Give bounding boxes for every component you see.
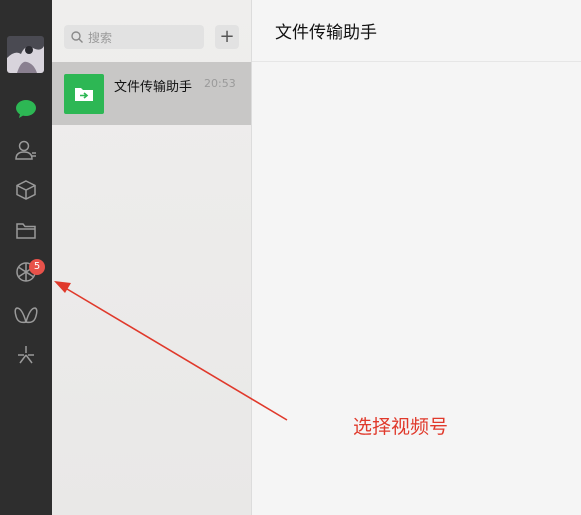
search-icon <box>71 31 83 43</box>
chat-list-panel: 搜索 + 文件传输助手 20:53 <box>52 0 252 515</box>
main-header: 文件传输助手 <box>252 0 581 62</box>
file-transfer-avatar <box>64 74 104 114</box>
annotation-text: 选择视频号 <box>353 416 449 438</box>
box-icon[interactable] <box>14 178 38 202</box>
butterfly-icon[interactable] <box>14 304 38 328</box>
chat-name: 文件传输助手 <box>114 80 193 95</box>
folder-icon[interactable] <box>14 219 38 243</box>
page-title: 文件传输助手 <box>275 23 377 43</box>
sidebar: 5 <box>0 0 52 515</box>
add-button[interactable]: + <box>215 25 239 49</box>
chat-item[interactable]: 文件传输助手 20:53 <box>52 62 251 125</box>
search-placeholder: 搜索 <box>88 31 113 45</box>
user-avatar[interactable] <box>7 36 44 73</box>
channels-badge: 5 <box>29 259 45 275</box>
sparkle-icon[interactable] <box>14 343 38 367</box>
contacts-icon[interactable] <box>14 138 38 162</box>
chat-icon[interactable] <box>14 97 38 121</box>
search-input[interactable]: 搜索 <box>64 25 204 49</box>
chat-time: 20:53 <box>204 77 236 90</box>
